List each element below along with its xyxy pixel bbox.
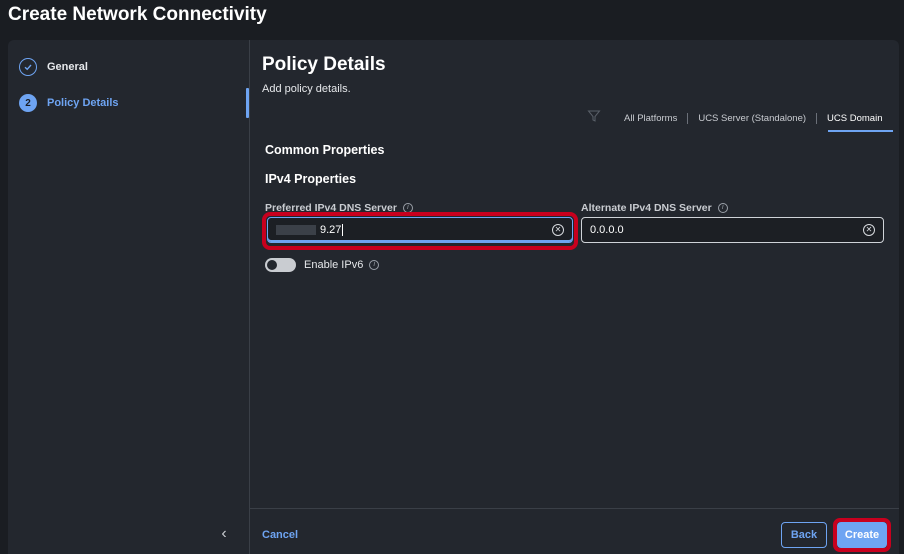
section-subtitle: Add policy details. [262, 83, 351, 95]
tab-all-platforms[interactable]: All Platforms [614, 112, 689, 124]
text-caret [342, 224, 344, 236]
cancel-button[interactable]: Cancel [262, 529, 298, 541]
create-button[interactable]: Create [837, 522, 887, 548]
redacted-text [276, 225, 316, 235]
back-button[interactable]: Back [781, 522, 827, 548]
alternate-dns-input[interactable]: 0.0.0.0 ✕ [581, 217, 884, 243]
toggle-knob [267, 260, 277, 270]
enable-ipv6-toggle[interactable] [265, 258, 296, 272]
info-icon[interactable]: i [717, 203, 728, 213]
wizard-panel: General 2 Policy Details ‹ Policy Detail… [8, 40, 899, 554]
active-step-indicator [246, 88, 249, 118]
step-policy-details[interactable]: 2 Policy Details [19, 93, 119, 113]
enable-ipv6-row: Enable IPv6 i [265, 258, 380, 272]
platform-tabs: All Platforms UCS Server (Standalone) UC… [614, 110, 894, 132]
common-properties-heading: Common Properties [265, 143, 385, 157]
ipv4-properties-heading: IPv4 Properties [265, 172, 357, 186]
preferred-dns-input[interactable]: 9.27 ✕ [267, 217, 573, 243]
section-title: Policy Details [262, 54, 386, 75]
page-title: Create Network Connectivity [8, 4, 267, 25]
step-general[interactable]: General [19, 57, 88, 77]
wizard-sidebar: General 2 Policy Details ‹ [8, 40, 250, 554]
clear-icon[interactable]: ✕ [552, 224, 564, 236]
alternate-dns-value: 0.0.0.0 [590, 224, 624, 236]
step-number: 2 [19, 94, 37, 112]
tab-ucs-server-standalone[interactable]: UCS Server (Standalone) [688, 112, 818, 124]
wizard-footer: Cancel Back Create [250, 508, 899, 554]
alternate-dns-label: Alternate IPv4 DNS Server i [581, 202, 728, 214]
filter-icon[interactable] [587, 109, 601, 123]
chevron-left-icon[interactable]: ‹ [216, 526, 232, 542]
check-icon [19, 58, 37, 76]
preferred-dns-value: 9.27 [320, 224, 342, 236]
step-label: Policy Details [47, 97, 119, 109]
info-icon[interactable]: i [369, 260, 380, 270]
main-content: Policy Details Add policy details. All P… [250, 40, 899, 554]
alternate-dns-label-text: Alternate IPv4 DNS Server [581, 202, 712, 214]
tab-ucs-domain[interactable]: UCS Domain [817, 113, 894, 132]
enable-ipv6-label: Enable IPv6 [304, 259, 364, 271]
step-label: General [47, 61, 88, 73]
clear-icon[interactable]: ✕ [863, 224, 875, 236]
